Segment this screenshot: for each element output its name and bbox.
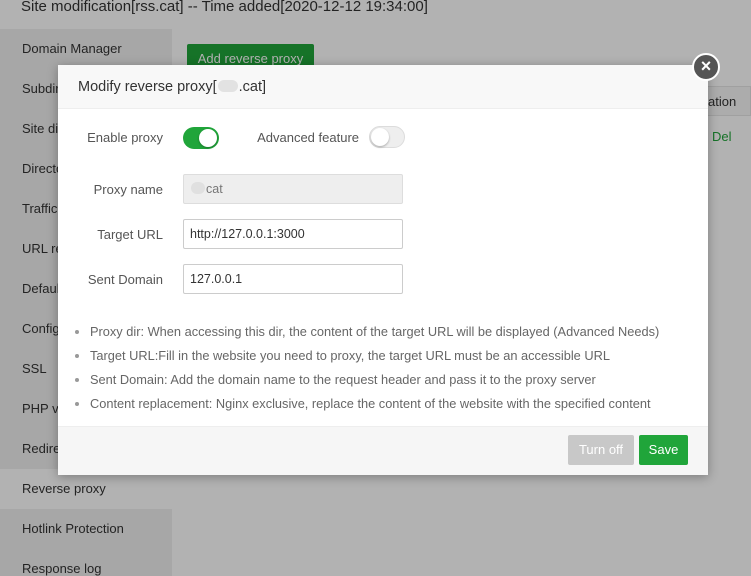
list-item: Content replacement: Nginx exclusive, re…: [75, 392, 695, 416]
target-url-label: Target URL: [97, 227, 163, 242]
toggle-knob: [199, 129, 217, 147]
proxy-name-value: cat: [206, 182, 223, 196]
toggle-knob: [371, 128, 389, 146]
dialog-title-prefix: Modify reverse proxy[: [78, 79, 217, 95]
target-url-input[interactable]: http://127.0.0.1:3000: [183, 219, 403, 249]
modify-reverse-proxy-dialog: Modify reverse proxy[.cat] Enable proxy …: [58, 65, 708, 475]
dialog-title: Modify reverse proxy[ .cat]: [58, 65, 708, 109]
close-icon[interactable]: ×: [692, 53, 720, 81]
dialog-footer: Turn off Save: [58, 426, 708, 475]
advanced-feature-toggle[interactable]: [369, 126, 405, 148]
sent-domain-label: Sent Domain: [87, 272, 163, 287]
enable-proxy-toggle[interactable]: [183, 127, 219, 149]
proxy-name-input: cat: [183, 174, 403, 204]
list-item: Proxy dir: When accessing this dir, the …: [75, 320, 695, 344]
redacted-mark: [191, 182, 205, 194]
list-item: Target URL:Fill in the website you need …: [75, 344, 695, 368]
enable-proxy-label: Enable proxy: [87, 130, 163, 145]
list-item: Sent Domain: Add the domain name to the …: [75, 368, 695, 392]
help-tips-list: Proxy dir: When accessing this dir, the …: [75, 320, 695, 416]
save-button[interactable]: Save: [639, 435, 688, 465]
redacted-mark: [217, 80, 238, 92]
dialog-title-suffix: .cat]: [238, 79, 267, 95]
advanced-feature-label: Advanced feature: [257, 130, 359, 145]
turn-off-button[interactable]: Turn off: [568, 435, 634, 465]
proxy-name-label: Proxy name: [93, 182, 163, 197]
sent-domain-input[interactable]: 127.0.0.1: [183, 264, 403, 294]
